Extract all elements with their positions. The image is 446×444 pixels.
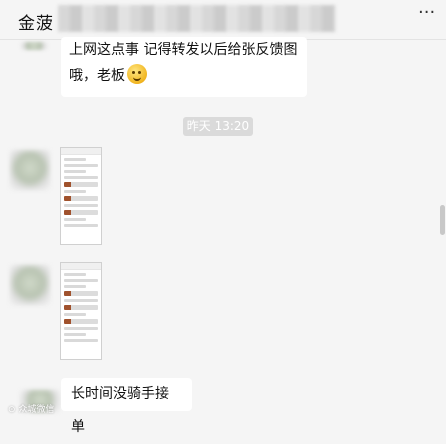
message-line: 上网这点事 记得转发以后给张反馈图 (69, 42, 298, 58)
grinning-face-icon (127, 64, 147, 84)
screenshot-row (64, 158, 86, 161)
avatar[interactable] (10, 150, 50, 190)
screenshot-row (64, 182, 98, 187)
screenshot-row (64, 327, 98, 330)
screenshot-row (64, 339, 98, 342)
screenshot-row (64, 313, 86, 316)
screenshot-row (64, 305, 98, 310)
ellipsis-icon[interactable]: ··· (418, 2, 435, 23)
message-bubble[interactable]: 上网这点事 记得转发以后给张反馈图 哦，老板 (61, 37, 307, 97)
screenshot-row (64, 285, 86, 288)
screenshot-row (64, 224, 98, 227)
screenshot-row (64, 210, 98, 215)
message-text: 长时间没骑手接单 (71, 386, 169, 435)
screenshot-row (64, 176, 98, 179)
screenshot-header (61, 148, 101, 155)
screenshot-row (64, 218, 86, 221)
screenshot-row (64, 279, 98, 282)
screenshot-row (64, 333, 86, 336)
screenshot-row (64, 299, 98, 302)
chat-header: 金菠 ··· (0, 0, 446, 40)
screenshot-row (64, 190, 86, 193)
chat-title: 金菠 (18, 14, 54, 34)
avatar[interactable] (10, 265, 50, 305)
screenshot-row (64, 204, 98, 207)
avatar[interactable] (20, 42, 48, 50)
image-message[interactable] (60, 147, 102, 245)
message-bubble[interactable]: 长时间没骑手接单 (61, 378, 192, 435)
screenshot-row (64, 170, 86, 173)
message-line: 哦，老板 (69, 63, 299, 89)
screenshot-row (64, 291, 98, 296)
watermark: ⊙ 众城微信 (8, 405, 55, 415)
image-message[interactable] (60, 262, 102, 360)
timestamp: 昨天 13:20 (183, 117, 253, 136)
screenshot-header (61, 263, 101, 270)
screenshot-row (64, 164, 98, 167)
screenshot-row (64, 196, 98, 201)
message-text: 哦，老板 (69, 68, 125, 84)
scrollbar[interactable] (440, 205, 445, 235)
screenshot-row (64, 273, 86, 276)
blurred-title-region (58, 5, 336, 32)
screenshot-row (64, 319, 98, 324)
